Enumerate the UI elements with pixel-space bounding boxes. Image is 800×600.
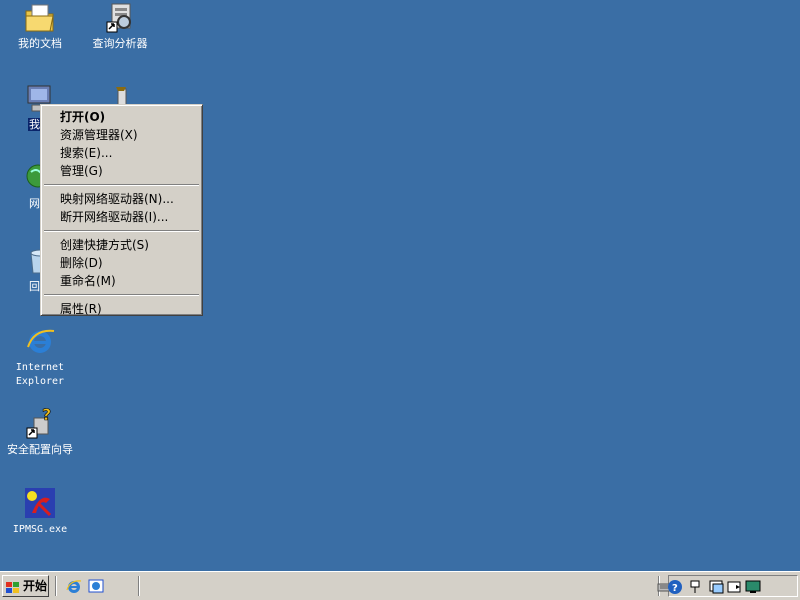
desktop-icon-label: 我的文档 (18, 37, 62, 50)
volume-icon[interactable] (727, 579, 743, 595)
start-label: 开始 (23, 579, 48, 593)
desktop-icon-ipmsg[interactable]: IPMSG.exe (2, 487, 78, 536)
display-icon[interactable] (709, 579, 725, 595)
network-icon[interactable] (687, 579, 703, 595)
query-analyzer-icon (104, 2, 136, 34)
menu-separator (44, 294, 199, 296)
internet-explorer-icon[interactable] (66, 578, 82, 594)
taskbar-separator (55, 576, 57, 596)
menu-item-rename[interactable]: 重命名(M) (43, 272, 200, 290)
desktop-icon-label: IPMSG.exe (12, 524, 68, 535)
internet-explorer-icon (24, 325, 56, 357)
desktop-icon-my-documents[interactable]: 我的文档 (2, 2, 78, 50)
menu-separator (44, 184, 199, 186)
desktop-icon-label-line1: Internet (15, 362, 65, 373)
menu-separator (44, 230, 199, 232)
show-desktop-icon[interactable] (88, 578, 104, 594)
help-icon[interactable]: ? (667, 579, 683, 595)
desktop-icon-label: 查询分析器 (92, 37, 148, 50)
menu-item-create-shortcut[interactable]: 创建快捷方式(S) (43, 236, 200, 254)
menu-item-delete[interactable]: 删除(D) (43, 254, 200, 272)
menu-item-explorer[interactable]: 资源管理器(X) (43, 126, 200, 144)
menu-item-open[interactable]: 打开(O) (43, 108, 200, 126)
menu-item-search[interactable]: 搜索(E)... (43, 144, 200, 162)
menu-item-properties[interactable]: 属性(R) (43, 300, 200, 318)
context-menu: 打开(O) 资源管理器(X) 搜索(E)... 管理(G) 映射网络驱动器(N)… (40, 104, 203, 316)
menu-item-manage[interactable]: 管理(G) (43, 162, 200, 180)
desktop-icon-security-wizard[interactable]: ? 安全配置向导 (2, 405, 78, 456)
menu-item-map-network-drive[interactable]: 映射网络驱动器(N)... (43, 190, 200, 208)
security-wizard-icon: ? (24, 405, 56, 440)
start-button[interactable]: 开始 (2, 575, 49, 597)
desktop-icon-label-line2: Explorer (15, 376, 65, 387)
system-tray: ? (657, 575, 798, 597)
taskbar: 开始 ? (0, 571, 800, 600)
monitor-icon[interactable] (745, 579, 761, 595)
desktop-icon-query-analyzer[interactable]: 查询分析器 (82, 2, 158, 50)
desktop-icon-internet-explorer[interactable]: Internet Explorer (2, 325, 78, 388)
taskbar-separator (138, 576, 140, 596)
desktop-icon-label: 安全配置向导 (7, 443, 73, 456)
windows-flag-icon (6, 580, 20, 593)
svg-text:?: ? (42, 408, 51, 424)
menu-item-disconnect-network-drive[interactable]: 断开网络驱动器(I)... (43, 208, 200, 226)
my-documents-icon (24, 2, 56, 34)
svg-text:?: ? (672, 583, 678, 594)
ipmsg-icon (24, 487, 56, 519)
